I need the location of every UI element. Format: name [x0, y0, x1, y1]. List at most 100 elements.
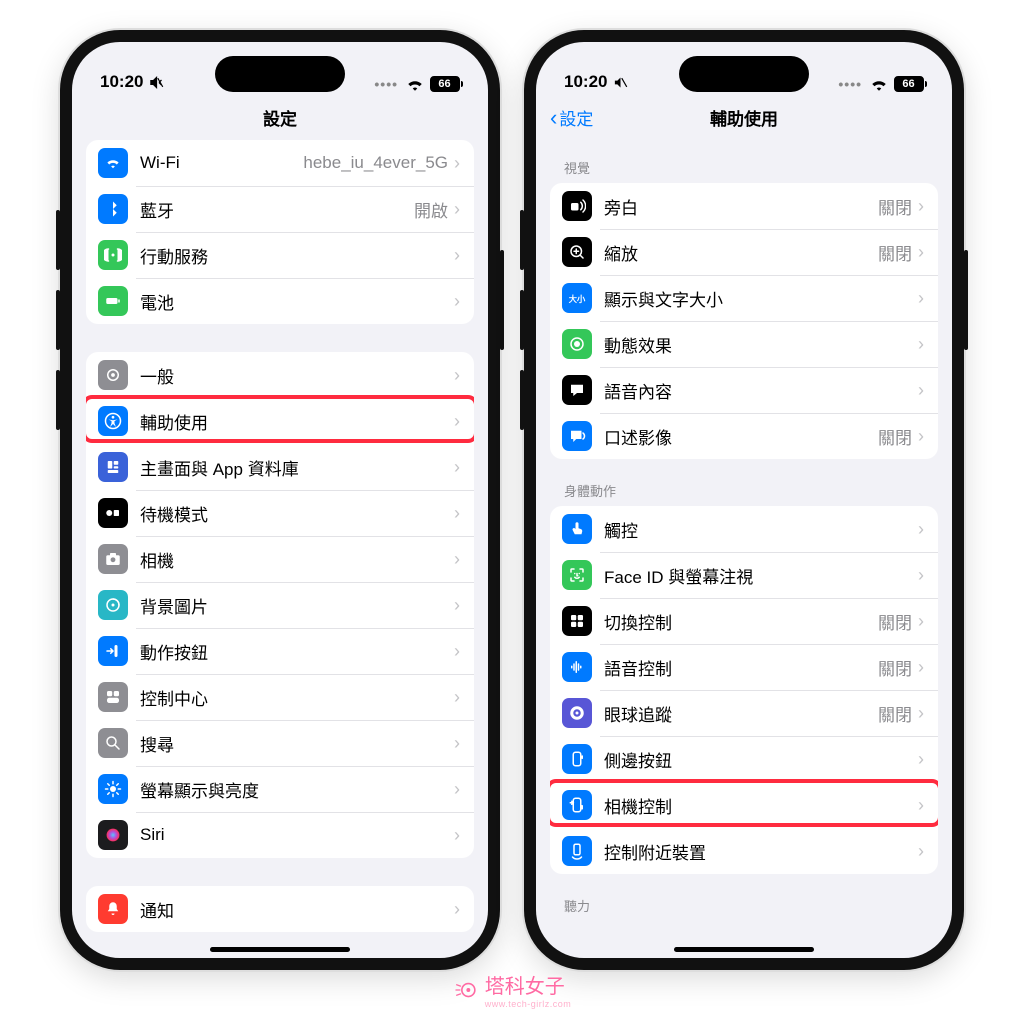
page-title: 輔助使用 [710, 105, 778, 130]
row-label: 顯示與文字大小 [604, 286, 918, 311]
row-audiodesc[interactable]: 口述影像關閉› [550, 413, 938, 459]
chevron-right-icon: › [454, 503, 460, 524]
nearby-icon [562, 836, 592, 866]
row-label: 一般 [140, 363, 454, 388]
screen-left: 10:20 •••• 66 設定 Wi-Fihebe_iu_4ever_5G›藍… [72, 42, 488, 958]
row-label: 相機控制 [604, 793, 918, 818]
row-wallpaper[interactable]: 背景圖片› [86, 582, 474, 628]
chevron-left-icon: ‹ [550, 107, 557, 129]
row-label: Face ID 與螢幕注視 [604, 563, 918, 588]
cell-icon [98, 240, 128, 270]
row-zoom[interactable]: 縮放關閉› [550, 229, 938, 275]
row-label: 電池 [140, 289, 454, 314]
chevron-right-icon: › [918, 749, 924, 770]
apps-icon [98, 452, 128, 482]
battery-indicator: 66 [894, 76, 924, 92]
svg-text:大小: 大小 [569, 294, 586, 304]
row-value: hebe_iu_4ever_5G [303, 153, 448, 173]
chevron-right-icon: › [918, 611, 924, 632]
section-header-vision: 視覺 [550, 140, 938, 183]
row-nearby[interactable]: 控制附近裝置› [550, 828, 938, 874]
chevron-right-icon: › [454, 549, 460, 570]
row-battery[interactable]: 電池› [86, 278, 474, 324]
action-icon [98, 636, 128, 666]
row-standby[interactable]: 待機模式› [86, 490, 474, 536]
bell-icon [98, 894, 128, 924]
row-bell[interactable]: 通知› [86, 886, 474, 932]
switch-icon [562, 606, 592, 636]
row-label: 行動服務 [140, 243, 454, 268]
row-label: 待機模式 [140, 501, 454, 526]
chevron-right-icon: › [454, 733, 460, 754]
row-value: 開啟 [414, 197, 448, 222]
row-textsize[interactable]: 大小 顯示與文字大小› [550, 275, 938, 321]
row-sidebutton[interactable]: 側邊按鈕› [550, 736, 938, 782]
chevron-right-icon: › [454, 457, 460, 478]
settings-group-notifications: 通知› [86, 886, 474, 932]
row-camcontrol[interactable]: 相機控制› [550, 782, 938, 828]
row-siri[interactable]: Siri› [86, 812, 474, 858]
accessibility-content[interactable]: 視覺 旁白關閉›縮放關閉›大小顯示與文字大小›動態效果›語音內容›口述影像關閉›… [536, 140, 952, 958]
wifi-icon [98, 148, 128, 178]
row-label: 通知 [140, 897, 454, 922]
row-label: Wi-Fi [140, 153, 303, 173]
chevron-right-icon: › [454, 411, 460, 432]
chevron-right-icon: › [918, 288, 924, 309]
wifi-icon [406, 77, 424, 91]
watermark: 塔科女子 www.tech-girlz.com [453, 970, 572, 1009]
battery-indicator: 66 [430, 76, 460, 92]
textsize-icon: 大小 [562, 283, 592, 313]
accessibility-icon [98, 406, 128, 436]
chevron-right-icon: › [918, 242, 924, 263]
row-value: 關閉 [878, 424, 912, 449]
chevron-right-icon: › [454, 825, 460, 846]
search-icon [98, 728, 128, 758]
row-voicectrl[interactable]: 語音控制關閉› [550, 644, 938, 690]
battery-icon [98, 286, 128, 316]
back-button[interactable]: ‹ 設定 [550, 105, 593, 130]
row-control[interactable]: 控制中心› [86, 674, 474, 720]
row-apps[interactable]: 主畫面與 App 資料庫› [86, 444, 474, 490]
page-title: 設定 [263, 105, 297, 130]
speech-icon [562, 375, 592, 405]
home-indicator[interactable] [210, 947, 350, 952]
row-wifi[interactable]: Wi-Fihebe_iu_4ever_5G› [86, 140, 474, 186]
accessibility-group-motor: 觸控›Face ID 與螢幕注視›切換控制關閉›語音控制關閉›眼球追蹤關閉›側邊… [550, 506, 938, 874]
chevron-right-icon: › [918, 841, 924, 862]
settings-group-general: 一般›輔助使用›主畫面與 App 資料庫›待機模式›相機›背景圖片›動作按鈕›控… [86, 352, 474, 858]
row-eyetrack[interactable]: 眼球追蹤關閉› [550, 690, 938, 736]
audiodesc-icon [562, 421, 592, 451]
row-label: 旁白 [604, 194, 878, 219]
wifi-icon [870, 77, 888, 91]
row-gear[interactable]: 一般› [86, 352, 474, 398]
row-label: 搜尋 [140, 731, 454, 756]
chevron-right-icon: › [454, 899, 460, 920]
row-label: 相機 [140, 547, 454, 572]
row-label: 語音內容 [604, 378, 918, 403]
row-faceid[interactable]: Face ID 與螢幕注視› [550, 552, 938, 598]
row-switch[interactable]: 切換控制關閉› [550, 598, 938, 644]
row-cell[interactable]: 行動服務› [86, 232, 474, 278]
chevron-right-icon: › [454, 291, 460, 312]
row-accessibility[interactable]: 輔助使用› [86, 398, 474, 444]
navbar: ‹ 設定 輔助使用 [536, 96, 952, 140]
row-display[interactable]: 螢幕顯示與亮度› [86, 766, 474, 812]
row-bluetooth[interactable]: 藍牙開啟› [86, 186, 474, 232]
home-indicator[interactable] [674, 947, 814, 952]
row-touch[interactable]: 觸控› [550, 506, 938, 552]
row-action[interactable]: 動作按鈕› [86, 628, 474, 674]
chevron-right-icon: › [918, 703, 924, 724]
settings-content[interactable]: Wi-Fihebe_iu_4ever_5G›藍牙開啟›行動服務›電池› 一般›輔… [72, 140, 488, 958]
chevron-right-icon: › [454, 199, 460, 220]
chevron-right-icon: › [454, 365, 460, 386]
row-speech[interactable]: 語音內容› [550, 367, 938, 413]
row-camera[interactable]: 相機› [86, 536, 474, 582]
row-motion[interactable]: 動態效果› [550, 321, 938, 367]
chevron-right-icon: › [454, 687, 460, 708]
chevron-right-icon: › [454, 641, 460, 662]
row-voiceover[interactable]: 旁白關閉› [550, 183, 938, 229]
sidebutton-icon [562, 744, 592, 774]
row-search[interactable]: 搜尋› [86, 720, 474, 766]
accessibility-group-vision: 旁白關閉›縮放關閉›大小顯示與文字大小›動態效果›語音內容›口述影像關閉› [550, 183, 938, 459]
siri-icon [98, 820, 128, 850]
